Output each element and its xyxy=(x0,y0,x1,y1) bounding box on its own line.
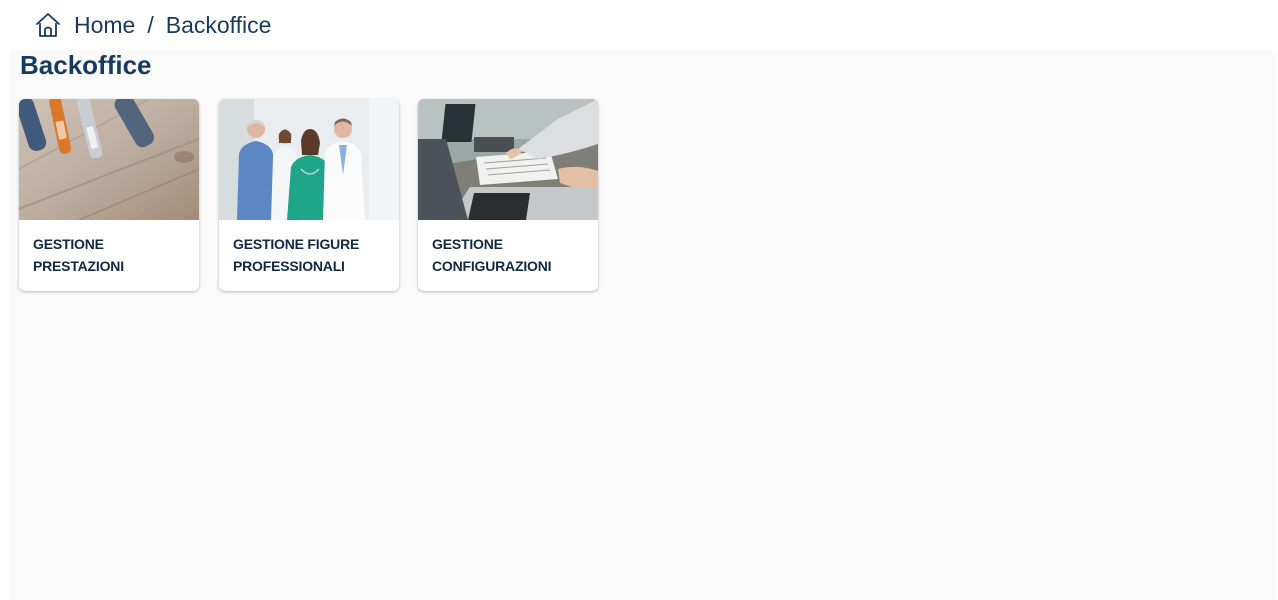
card-gestione-configurazioni[interactable]: GESTIONE CONFIGURAZIONI xyxy=(418,99,598,291)
content-area xyxy=(10,50,1276,600)
breadcrumb-separator: / xyxy=(147,11,154,38)
page-title: Backoffice xyxy=(20,50,152,80)
home-icon[interactable] xyxy=(34,11,62,39)
medical-staff-image xyxy=(219,99,399,220)
breadcrumb-current: Backoffice xyxy=(165,11,272,38)
card-gestione-prestazioni[interactable]: GESTIONE PRESTAZIONI xyxy=(19,99,199,291)
laptop-meeting-image xyxy=(418,99,598,220)
card-label: GESTIONE PRESTAZIONI xyxy=(33,236,124,274)
card-gestione-figure-professionali[interactable]: GESTIONE FIGURE PROFESSIONALI xyxy=(219,99,399,291)
insulin-pens-image xyxy=(19,99,199,220)
card-label: GESTIONE CONFIGURAZIONI xyxy=(432,236,552,274)
breadcrumb: Home / Backoffice xyxy=(10,2,310,48)
card-label: GESTIONE FIGURE PROFESSIONALI xyxy=(233,236,360,274)
breadcrumb-home-link[interactable]: Home xyxy=(74,12,135,39)
